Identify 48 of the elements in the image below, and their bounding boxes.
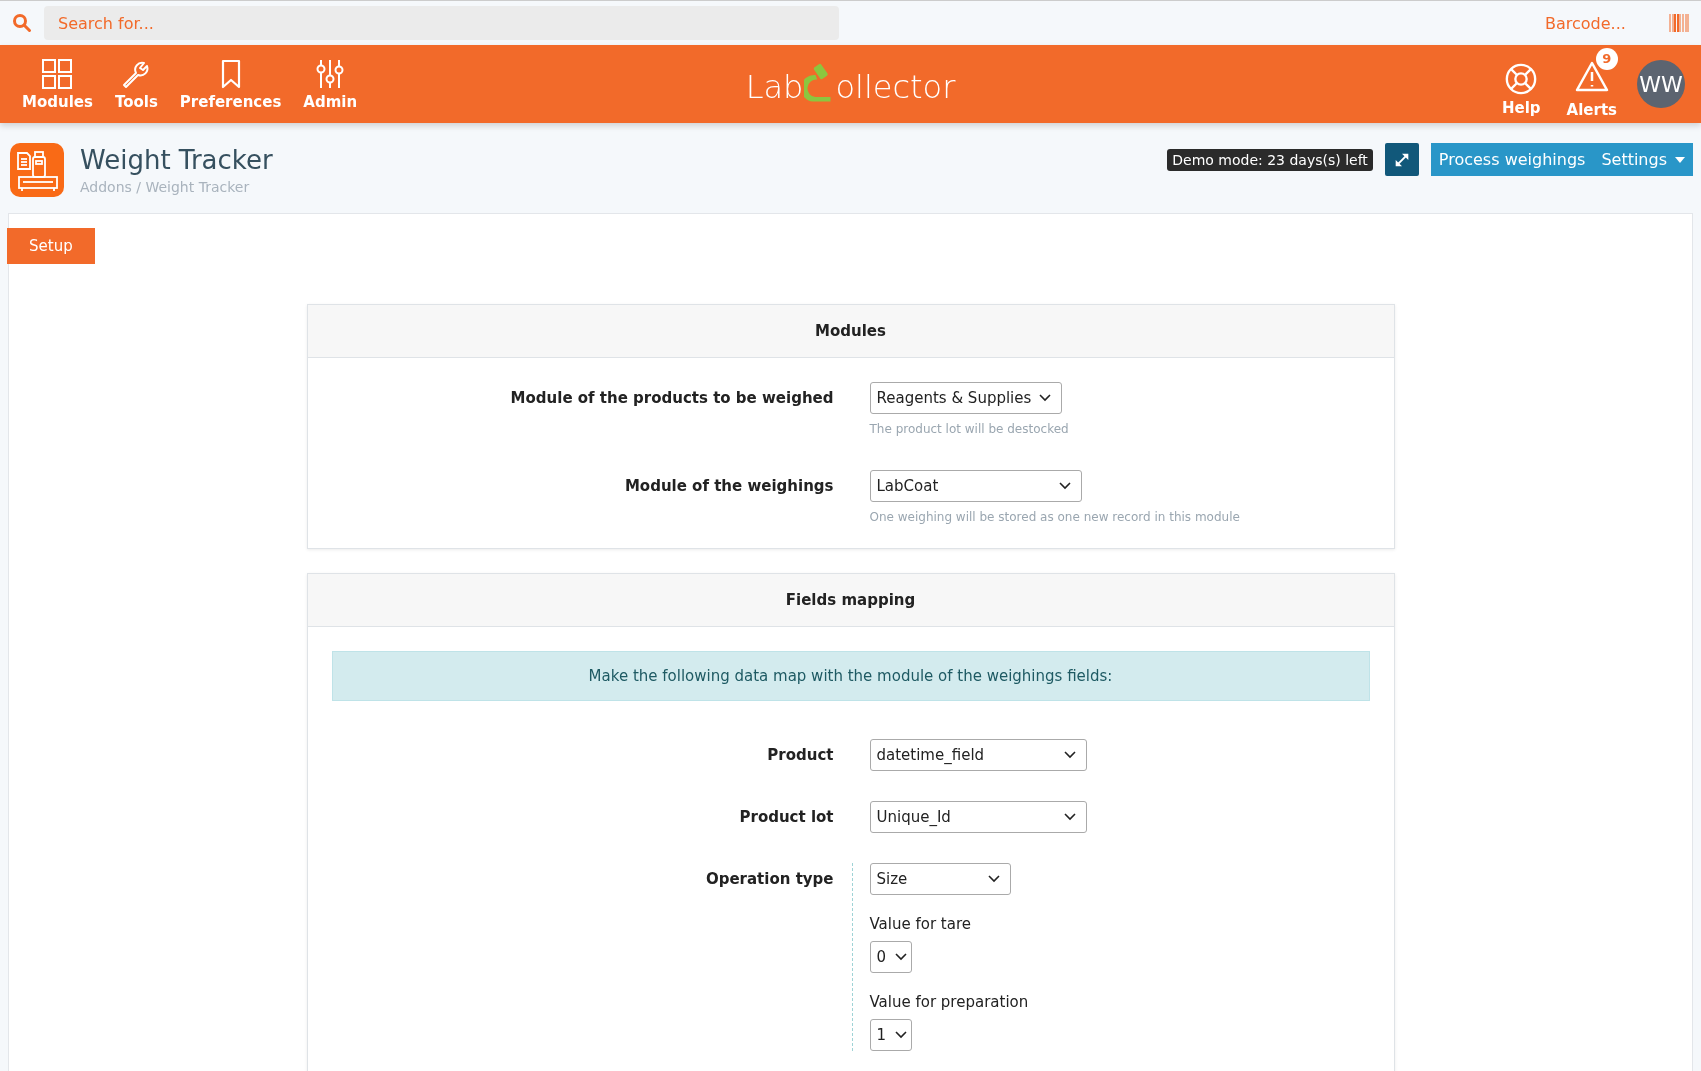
value-select[interactable]: 1 bbox=[869, 1019, 912, 1051]
field-select[interactable]: Size bbox=[869, 863, 1011, 895]
chevron-down-icon bbox=[987, 875, 1000, 883]
panel-header: Modules bbox=[307, 305, 1394, 358]
page-title: Weight Tracker bbox=[80, 145, 273, 175]
scale-app-icon bbox=[10, 143, 64, 197]
panel-header: Fields mapping bbox=[307, 574, 1394, 627]
nav-button[interactable]: Tools bbox=[108, 53, 164, 115]
nav-button[interactable]: Modules bbox=[16, 53, 99, 115]
user-avatar[interactable]: WW bbox=[1637, 60, 1685, 108]
logo-text: ollector bbox=[835, 68, 956, 106]
field-label: Product lot bbox=[738, 807, 834, 828]
module-select[interactable]: LabCoat bbox=[869, 470, 1082, 502]
barcode-icon[interactable] bbox=[1669, 14, 1689, 32]
chevron-down-icon bbox=[1039, 394, 1052, 402]
help-text: The product lot will be destocked bbox=[869, 422, 1069, 436]
expand-button[interactable] bbox=[1384, 143, 1419, 176]
chevron-down-icon bbox=[1063, 751, 1076, 759]
barcode-field[interactable]: Barcode... bbox=[1543, 12, 1657, 34]
info-alert: Make the following data map with the module of the weighings fields: bbox=[331, 651, 1370, 701]
chevron-down-icon bbox=[1063, 813, 1076, 821]
search-icon[interactable] bbox=[12, 13, 32, 33]
field-label: Module of the products to be weighed bbox=[509, 388, 834, 409]
help-text: One weighing will be stored as one new record in this module bbox=[869, 510, 1240, 524]
nav-button[interactable]: Admin bbox=[297, 53, 364, 115]
demo-mode-badge: Demo mode: 23 days(s) left bbox=[1167, 148, 1373, 171]
nav-button[interactable]: Help bbox=[1496, 47, 1547, 121]
chevron-down-icon bbox=[894, 953, 907, 961]
field-label: Product bbox=[766, 745, 834, 766]
tab[interactable]: Setup bbox=[7, 228, 95, 264]
chevron-down-icon bbox=[1058, 482, 1071, 490]
nav-button[interactable]: Preferences bbox=[173, 53, 288, 115]
field-label: Operation type bbox=[704, 869, 834, 890]
nav-button[interactable]: 9 Alerts bbox=[1560, 45, 1623, 123]
field-label: Value for tare bbox=[869, 915, 971, 933]
field-select[interactable]: datetime_field bbox=[869, 739, 1087, 771]
field-label: Value for preparation bbox=[869, 993, 1029, 1011]
search-field[interactable]: Search for... bbox=[44, 6, 839, 40]
grid-icon bbox=[41, 57, 74, 90]
module-select[interactable]: Reagents & Supplies bbox=[869, 382, 1063, 414]
breadcrumb: Addons / Weight Tracker bbox=[80, 179, 251, 195]
chevron-down-icon bbox=[894, 1031, 907, 1039]
alert-count-badge: 9 bbox=[1595, 47, 1618, 70]
lifebuoy-icon bbox=[1504, 61, 1539, 96]
value-select[interactable]: 0 bbox=[869, 941, 912, 973]
logo-text: Lab bbox=[745, 68, 804, 106]
field-select[interactable]: Unique_Id bbox=[869, 801, 1087, 833]
field-label: Module of the weighings bbox=[623, 476, 834, 497]
